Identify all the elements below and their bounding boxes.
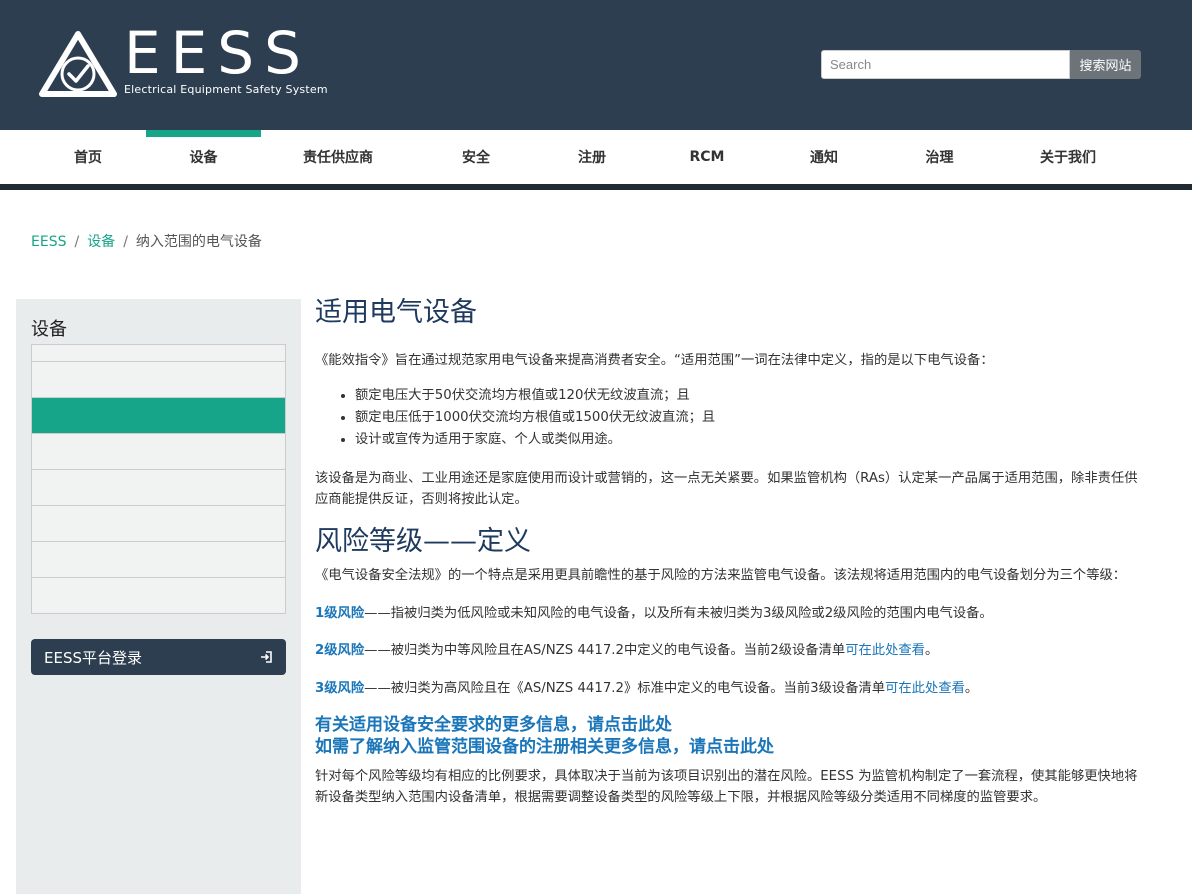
sidebar-item[interactable] — [32, 578, 285, 613]
sidebar-item[interactable] — [32, 506, 285, 542]
list-item: 额定电压大于50伏交流均方根值或120伏无纹波直流；且 — [355, 385, 1145, 407]
site-header: EESS Electrical Equipment Safety System … — [0, 0, 1192, 130]
nav-item-home[interactable]: 首页 — [30, 130, 146, 184]
level-2-list-link[interactable]: 可在此处查看 — [845, 643, 925, 658]
scope-paragraph: 该设备是为商业、工业用途还是家庭使用而设计或营销的，这一点无关紧要。如果监管机构… — [315, 471, 1138, 508]
sign-in-icon — [261, 651, 272, 663]
page-title: 适用电气设备 — [315, 297, 477, 328]
registration-info-link[interactable]: 如需了解纳入监管范围设备的注册相关更多信息，请点击此处 — [315, 735, 1145, 760]
sidebar-item[interactable] — [32, 345, 285, 362]
nav-item-equipment[interactable]: 设备 — [146, 130, 261, 184]
level-2-paragraph: 2级风险——被归类为中等风险且在AS/NZS 4417.2中定义的电气设备。当前… — [315, 640, 1145, 661]
sidebar-item[interactable] — [32, 470, 285, 506]
period: 。 — [964, 680, 979, 696]
level-3-list-link[interactable]: 可在此处查看 — [885, 681, 965, 696]
nav-item-responsible-supplier[interactable]: 责任供应商 — [261, 130, 415, 184]
sidebar-title: 设备 — [31, 319, 67, 340]
nav-item-rcm[interactable]: RCM — [647, 130, 767, 184]
main-content: 适用电气设备 《能效指令》旨在通过规范家用电气设备来提高消费者安全。“适用范围”… — [315, 297, 1145, 808]
intro-paragraph: 《能效指令》旨在通过规范家用电气设备来提高消费者安全。“适用范围”一词在法律中定… — [315, 353, 994, 369]
level-3-paragraph: 3级风险——被归类为高风险且在《AS/NZS 4417.2》标准中定义的电气设备… — [315, 678, 1145, 699]
login-button-label: EESS平台登录 — [44, 648, 142, 667]
sidebar: 设备 EESS平台登录 — [16, 299, 301, 894]
nav-item-safety[interactable]: 安全 — [415, 130, 537, 184]
proportional-requirements-paragraph: 针对每个风险等级均有相应的比例要求，具体取决于当前为该项目识别出的潜在风险。EE… — [315, 768, 1138, 805]
period: 。 — [924, 642, 939, 658]
sidebar-item[interactable] — [32, 434, 285, 470]
risk-level-heading: 风险等级——定义 — [315, 526, 531, 558]
breadcrumb-current: 纳入范围的电气设备 — [135, 234, 262, 250]
sidebar-item[interactable] — [32, 542, 285, 578]
level-3-label: 3级风险 — [315, 680, 365, 696]
level-2-label: 2级风险 — [315, 642, 365, 658]
level-2-text: ——被归类为中等风险且在AS/NZS 4417.2中定义的电气设备。当前2级设备… — [364, 642, 846, 658]
breadcrumb-home-link[interactable]: EESS — [31, 234, 66, 250]
list-item: 设计或宣传为适用于家庭、个人或类似用途。 — [355, 429, 1145, 451]
level-1-paragraph: 1级风险——指被归类为低风险或未知风险的电气设备，以及所有未被归类为3级风险或2… — [315, 603, 1145, 624]
risk-intro-paragraph: 《电气设备安全法规》的一个特点是采用更具前瞻性的基于风险的方法来监管电气设备。该… — [315, 567, 1127, 583]
list-item: 额定电压低于1000伏交流均方根值或1500伏无纹波直流；且 — [355, 407, 1145, 429]
search-box: 搜索网站 — [821, 50, 1141, 79]
breadcrumb-separator: / — [123, 234, 128, 250]
breadcrumb: EESS / 设备 / 纳入范围的电气设备 — [31, 231, 262, 251]
level-1-text: ——指被归类为低风险或未知风险的电气设备，以及所有未被归类为3级风险或2级风险的… — [364, 605, 993, 621]
eess-logo[interactable]: EESS Electrical Equipment Safety System — [38, 24, 328, 100]
main-nav: 首页 设备 责任供应商 安全 注册 RCM 通知 治理 关于我们 — [0, 130, 1192, 190]
level-1-label: 1级风险 — [315, 605, 365, 621]
logo-mark-icon — [39, 31, 117, 97]
logo-wordmark: EESS — [124, 19, 311, 87]
nav-item-registration[interactable]: 注册 — [537, 130, 647, 184]
logo-tagline: Electrical Equipment Safety System — [124, 83, 328, 96]
nav-item-about-us[interactable]: 关于我们 — [998, 130, 1138, 184]
sidebar-item[interactable] — [32, 362, 285, 398]
sidebar-menu — [31, 344, 286, 614]
search-button[interactable]: 搜索网站 — [1070, 50, 1141, 79]
criteria-list: 额定电压大于50伏交流均方根值或120伏无纹波直流；且 额定电压低于1000伏交… — [315, 385, 1145, 451]
sidebar-item-active[interactable] — [32, 398, 285, 434]
nav-item-governance[interactable]: 治理 — [881, 130, 998, 184]
nav-item-notifications[interactable]: 通知 — [767, 130, 881, 184]
search-input[interactable] — [821, 50, 1070, 79]
level-3-text: ——被归类为高风险且在《AS/NZS 4417.2》标准中定义的电气设备。当前3… — [364, 680, 886, 696]
breadcrumb-equipment-link[interactable]: 设备 — [87, 234, 115, 250]
breadcrumb-separator: / — [74, 234, 80, 250]
eess-login-button[interactable]: EESS平台登录 — [31, 639, 286, 675]
